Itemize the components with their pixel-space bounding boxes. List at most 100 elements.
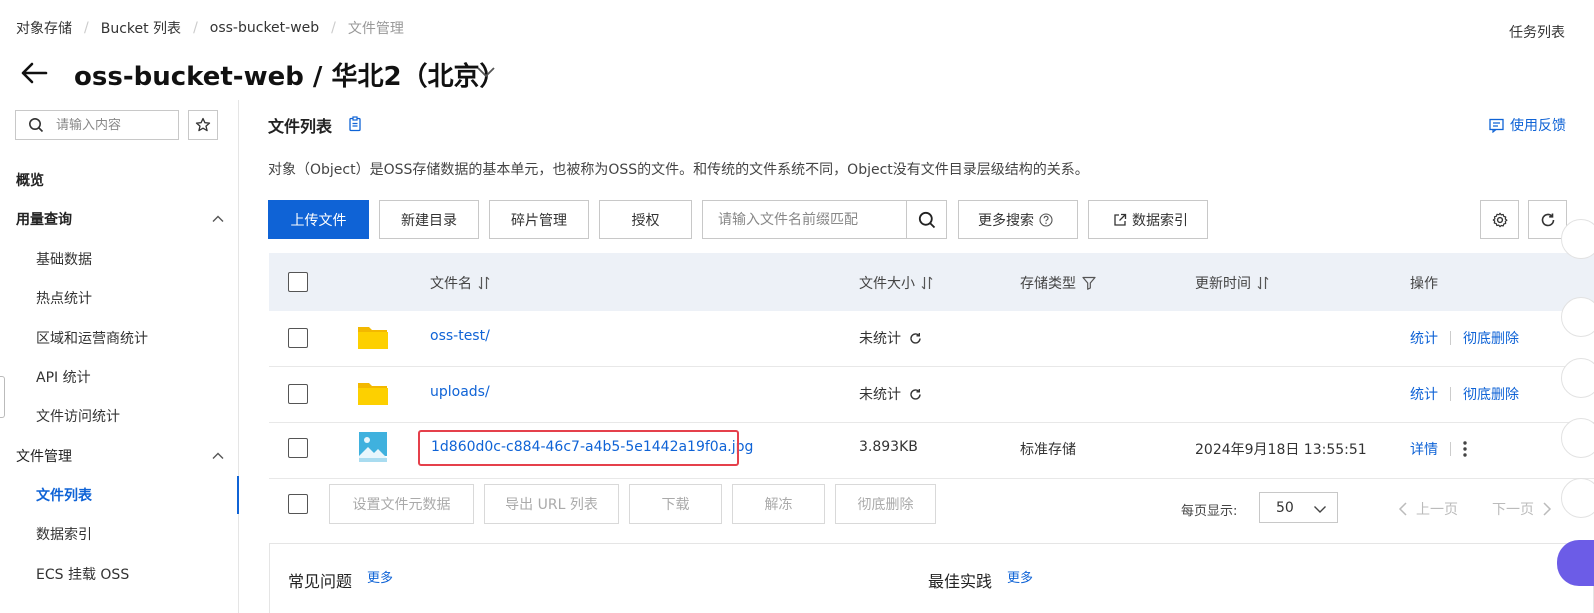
data-index-button[interactable]: 数据索引 xyxy=(1088,200,1208,239)
column-header-storage[interactable]: 存储类型 xyxy=(1020,273,1096,293)
sidebar-item-hotspot-stats[interactable]: 热点统计 xyxy=(0,279,238,317)
assistant-launcher[interactable] xyxy=(1557,540,1594,586)
next-page-label: 下一页 xyxy=(1492,502,1534,518)
sidebar-search-input[interactable] xyxy=(56,117,166,133)
row-checkbox[interactable] xyxy=(288,384,308,404)
row-actions: 统计 彻底删除 xyxy=(1410,384,1519,404)
table-row: uploads/ 未统计 统计 彻底删除 xyxy=(269,367,1594,423)
divider xyxy=(1450,331,1451,345)
breadcrumb: 对象存储 / Bucket 列表 / oss-bucket-web / 文件管理 xyxy=(16,18,404,38)
sidebar-search[interactable] xyxy=(15,110,179,140)
file-size: 未统计 xyxy=(859,328,922,348)
active-indicator xyxy=(237,476,239,514)
breadcrumb-item-bucket-list[interactable]: Bucket 列表 xyxy=(101,18,181,38)
upload-file-button[interactable]: 上传文件 xyxy=(268,200,369,239)
sidebar-item-overview[interactable]: 概览 xyxy=(0,161,238,199)
row-checkbox[interactable] xyxy=(288,438,308,458)
more-vertical-icon[interactable] xyxy=(1463,441,1467,457)
stats-link[interactable]: 统计 xyxy=(1410,328,1438,348)
breadcrumb-separator: / xyxy=(331,20,336,36)
floating-action-button[interactable] xyxy=(1561,297,1594,337)
best-practice-more-link[interactable]: 更多 xyxy=(1007,567,1033,586)
sidebar-group-usage[interactable]: 用量查询 xyxy=(0,200,238,238)
floating-action-button[interactable] xyxy=(1561,358,1594,398)
sidebar-collapse-handle[interactable] xyxy=(0,376,5,418)
delete-link[interactable]: 彻底删除 xyxy=(1463,384,1519,404)
sidebar-item-label: 数据索引 xyxy=(36,527,92,543)
select-all-checkbox[interactable] xyxy=(288,272,308,292)
file-search-input[interactable] xyxy=(703,201,906,238)
breadcrumb-item-oss[interactable]: 对象存储 xyxy=(16,18,72,38)
delete-link[interactable]: 彻底删除 xyxy=(1463,328,1519,348)
favorite-star-button[interactable] xyxy=(188,110,218,140)
file-name-link[interactable]: oss-test/ xyxy=(430,328,490,344)
help-circle-icon xyxy=(1034,212,1058,227)
details-link[interactable]: 详情 xyxy=(1410,439,1438,459)
per-page-select[interactable]: 50 xyxy=(1259,492,1338,523)
prev-page-label: 上一页 xyxy=(1416,502,1458,518)
sidebar-item-api-stats[interactable]: API 统计 xyxy=(0,358,238,396)
refresh-icon[interactable] xyxy=(909,388,922,401)
breadcrumb-item-bucket[interactable]: oss-bucket-web xyxy=(210,20,319,36)
sidebar-item-label: 文件管理 xyxy=(16,449,72,465)
clipboard-icon[interactable] xyxy=(347,116,363,132)
stats-link[interactable]: 统计 xyxy=(1410,384,1438,404)
breadcrumb-separator: / xyxy=(84,20,89,36)
chevron-up-icon xyxy=(212,213,224,225)
filter-icon[interactable] xyxy=(1076,276,1096,290)
back-arrow-icon[interactable] xyxy=(18,57,50,89)
section-title: 文件列表 xyxy=(268,117,333,136)
floating-action-button[interactable] xyxy=(1561,478,1594,518)
divider xyxy=(1450,442,1451,456)
new-directory-button[interactable]: 新建目录 xyxy=(379,200,479,239)
file-name-link[interactable]: uploads/ xyxy=(430,384,490,400)
feedback-link[interactable]: 使用反馈 xyxy=(1489,115,1566,135)
batch-select-checkbox[interactable] xyxy=(288,494,308,514)
column-header-name[interactable]: 文件名 xyxy=(430,273,490,293)
faq-more-link[interactable]: 更多 xyxy=(367,567,393,586)
folder-icon xyxy=(357,323,389,351)
file-search xyxy=(702,200,947,239)
search-button[interactable] xyxy=(906,201,946,238)
settings-button[interactable] xyxy=(1480,200,1519,239)
table-header: 文件名 文件大小 存储类型 更新时间 操作 xyxy=(269,253,1594,311)
next-page-button[interactable]: 下一页 xyxy=(1492,499,1552,519)
chevron-down-icon[interactable] xyxy=(476,62,496,82)
column-header-size[interactable]: 文件大小 xyxy=(859,273,933,293)
sidebar-item-ecs-mount[interactable]: ECS 挂载 OSS xyxy=(0,555,238,593)
sort-icon[interactable] xyxy=(472,276,490,290)
export-url-button[interactable]: 导出 URL 列表 xyxy=(484,484,619,524)
set-metadata-button[interactable]: 设置文件元数据 xyxy=(329,484,474,524)
refresh-icon[interactable] xyxy=(909,332,922,345)
sidebar-item-file-access-stats[interactable]: 文件访问统计 xyxy=(0,397,238,435)
unfreeze-button[interactable]: 解冻 xyxy=(732,484,825,524)
per-page-label: 每页显示: xyxy=(1181,504,1238,519)
sidebar-item-data-index[interactable]: 数据索引 xyxy=(0,515,238,553)
chevron-up-icon xyxy=(212,450,224,462)
floating-action-button[interactable] xyxy=(1561,418,1594,458)
authorize-button[interactable]: 授权 xyxy=(599,200,692,239)
column-header-ops: 操作 xyxy=(1410,276,1438,292)
more-search-button[interactable]: 更多搜索 xyxy=(958,200,1078,239)
sidebar-item-label: 文件列表 xyxy=(36,488,92,504)
prev-page-button[interactable]: 上一页 xyxy=(1398,499,1458,519)
sort-icon[interactable] xyxy=(915,276,933,290)
folder-icon xyxy=(357,379,389,407)
best-practice-title: 最佳实践 xyxy=(928,572,993,591)
task-list-link[interactable]: 任务列表 xyxy=(1509,22,1565,42)
table-row: oss-test/ 未统计 统计 彻底删除 xyxy=(269,311,1594,367)
image-file-icon xyxy=(359,432,387,462)
sidebar-group-file-management[interactable]: 文件管理 xyxy=(0,437,238,475)
download-button[interactable]: 下载 xyxy=(629,484,722,524)
fragment-management-button[interactable]: 碎片管理 xyxy=(489,200,589,239)
sidebar-item-file-list[interactable]: 文件列表 xyxy=(0,476,238,514)
sidebar-item-region-stats[interactable]: 区域和运营商统计 xyxy=(0,319,238,357)
floating-action-button[interactable] xyxy=(1561,219,1594,259)
sidebar-item-label: 热点统计 xyxy=(36,291,92,307)
sort-icon[interactable] xyxy=(1251,276,1269,290)
refresh-icon xyxy=(1535,212,1561,228)
column-header-updated[interactable]: 更新时间 xyxy=(1195,273,1269,293)
sidebar-item-basic-data[interactable]: 基础数据 xyxy=(0,240,238,278)
batch-delete-button[interactable]: 彻底删除 xyxy=(835,484,936,524)
row-checkbox[interactable] xyxy=(288,328,308,348)
